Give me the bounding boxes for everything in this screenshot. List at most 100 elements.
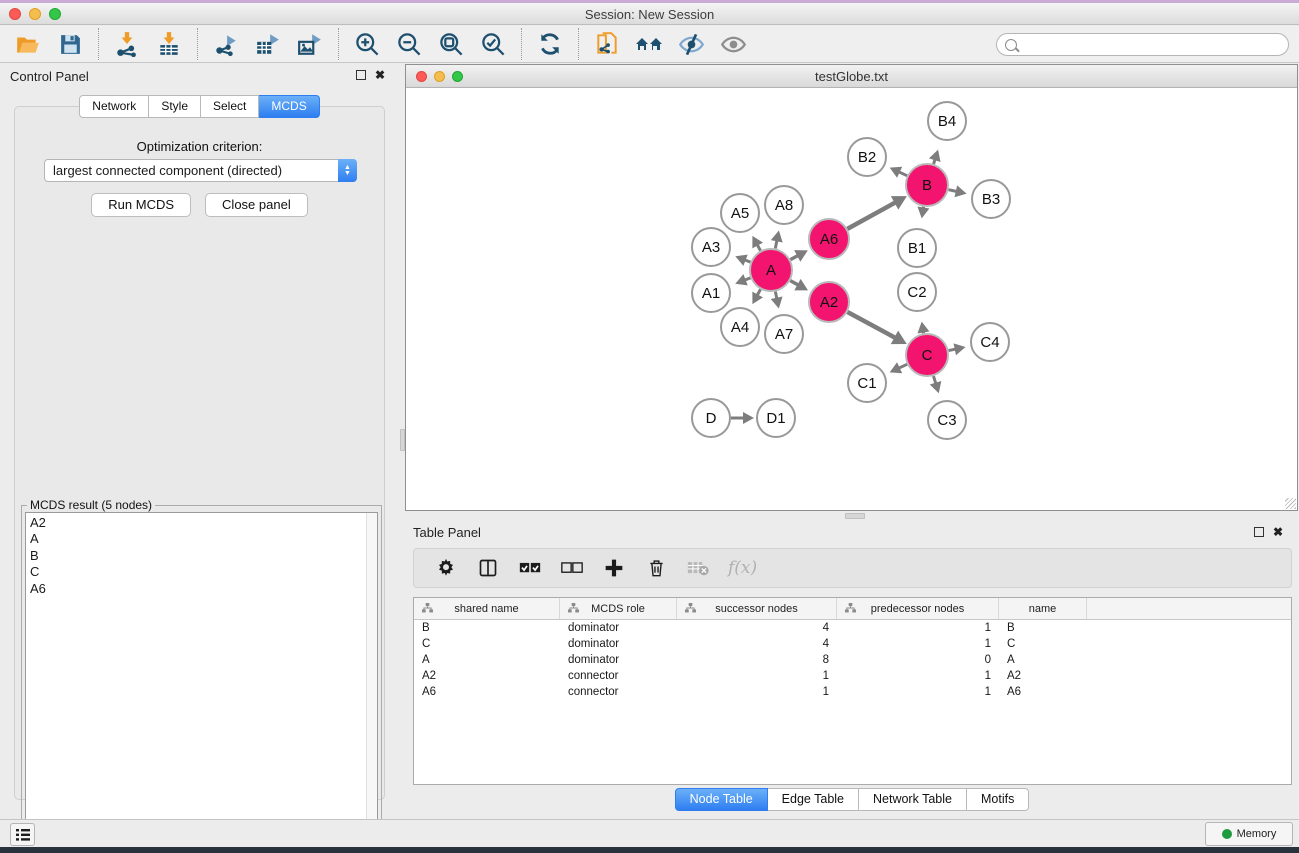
column-icon[interactable]	[476, 556, 500, 580]
table-cell[interactable]: B	[999, 622, 1087, 634]
table-cell[interactable]: 4	[677, 638, 837, 650]
zoom-selected-icon[interactable]	[477, 28, 509, 60]
import-network-icon[interactable]	[111, 28, 143, 60]
show-view-icon[interactable]	[717, 28, 749, 60]
graph-edge[interactable]	[790, 255, 798, 259]
float-panel-icon[interactable]	[356, 70, 366, 80]
network-window-titlebar[interactable]: testGlobe.txt	[406, 65, 1297, 88]
zoom-out-icon[interactable]	[393, 28, 425, 60]
table-cell[interactable]: 8	[677, 654, 837, 666]
column-header-shared-name[interactable]: shared name	[414, 598, 560, 619]
graph-edge[interactable]	[899, 364, 907, 368]
table-cell[interactable]: dominator	[560, 638, 677, 650]
node-table[interactable]: shared nameMCDS rolesuccessor nodesprede…	[413, 597, 1292, 785]
column-header-predecessor-nodes[interactable]: predecessor nodes	[837, 598, 999, 619]
table-row[interactable]: Cdominator41C	[414, 636, 1291, 652]
graph-edge[interactable]	[899, 172, 907, 176]
close-panel-button[interactable]: Close panel	[205, 193, 308, 217]
function-icon[interactable]: f(x)	[728, 558, 757, 578]
criterion-dropdown[interactable]: largest connected component (directed) ▲…	[44, 159, 357, 182]
column-header-successor-nodes[interactable]: successor nodes	[677, 598, 837, 619]
table-cell[interactable]: 1	[837, 622, 999, 634]
network-canvas[interactable]: AA1A2A3A4A5A6A7A8BB1B2B3B4CC1C2C3C4DD1	[406, 89, 1297, 510]
float-panel-icon[interactable]	[1254, 527, 1264, 537]
table-header-row[interactable]: shared nameMCDS rolesuccessor nodesprede…	[414, 598, 1291, 620]
table-cell[interactable]: 1	[677, 686, 837, 698]
result-item[interactable]: A2	[30, 515, 377, 531]
memory-button[interactable]: Memory	[1205, 822, 1293, 846]
result-item[interactable]: A6	[30, 581, 377, 597]
table-cell[interactable]: 1	[837, 686, 999, 698]
hide-view-icon[interactable]	[675, 28, 707, 60]
home-pages-icon[interactable]	[633, 28, 665, 60]
column-header-MCDS-role[interactable]: MCDS role	[560, 598, 677, 619]
graph-edge[interactable]	[949, 349, 956, 350]
table-row[interactable]: A6connector11A6	[414, 684, 1291, 700]
tab-style[interactable]: Style	[149, 95, 201, 118]
search-input[interactable]	[1021, 34, 1288, 55]
graph-edge[interactable]	[847, 202, 895, 228]
table-cell[interactable]: connector	[560, 670, 677, 682]
tab-motifs[interactable]: Motifs	[967, 788, 1029, 811]
refresh-icon[interactable]	[534, 28, 566, 60]
tab-node-table[interactable]: Node Table	[675, 788, 768, 811]
delete-icon[interactable]	[644, 556, 668, 580]
close-panel-icon[interactable]: ✖	[375, 70, 385, 81]
tab-network-table[interactable]: Network Table	[859, 788, 967, 811]
import-table-icon[interactable]	[153, 28, 185, 60]
tab-edge-table[interactable]: Edge Table	[768, 788, 859, 811]
clone-network-icon[interactable]	[591, 28, 623, 60]
table-cell[interactable]: 1	[837, 638, 999, 650]
result-item[interactable]: B	[30, 548, 377, 564]
result-item[interactable]: C	[30, 564, 377, 580]
zoom-fit-icon[interactable]	[435, 28, 467, 60]
search-field[interactable]	[996, 33, 1289, 56]
gear-icon[interactable]	[434, 556, 458, 580]
tab-network[interactable]: Network	[79, 95, 149, 118]
table-row[interactable]: Bdominator41B	[414, 620, 1291, 636]
window-resize-grip[interactable]	[1285, 498, 1296, 509]
delete-table-icon[interactable]	[686, 556, 710, 580]
deselect-all-icon[interactable]	[560, 556, 584, 580]
tab-mcds[interactable]: MCDS	[259, 95, 319, 118]
export-network-icon[interactable]	[210, 28, 242, 60]
export-table-icon[interactable]	[252, 28, 284, 60]
close-panel-icon[interactable]: ✖	[1273, 527, 1283, 538]
table-cell[interactable]: A6	[414, 686, 560, 698]
graph-edge[interactable]	[775, 292, 776, 299]
table-cell[interactable]: 1	[677, 670, 837, 682]
export-image-icon[interactable]	[294, 28, 326, 60]
graph-edge[interactable]	[948, 190, 956, 192]
table-cell[interactable]: 4	[677, 622, 837, 634]
horizontal-splitter[interactable]	[405, 511, 1299, 521]
save-session-icon[interactable]	[54, 28, 86, 60]
table-cell[interactable]: A	[999, 654, 1087, 666]
table-cell[interactable]: dominator	[560, 622, 677, 634]
run-mcds-button[interactable]: Run MCDS	[91, 193, 191, 217]
table-cell[interactable]: C	[414, 638, 560, 650]
add-column-icon[interactable]	[602, 556, 626, 580]
table-cell[interactable]: C	[999, 638, 1087, 650]
table-cell[interactable]: A	[414, 654, 560, 666]
table-cell[interactable]: dominator	[560, 654, 677, 666]
table-cell[interactable]: A2	[414, 670, 560, 682]
table-row[interactable]: Adominator80A	[414, 652, 1291, 668]
zoom-in-icon[interactable]	[351, 28, 383, 60]
table-cell[interactable]: B	[414, 622, 560, 634]
task-history-button[interactable]	[10, 823, 35, 846]
graph-edge[interactable]	[757, 289, 760, 295]
open-file-icon[interactable]	[12, 28, 44, 60]
mcds-result-list[interactable]: A2ABCA6	[25, 512, 378, 842]
graph-edge[interactable]	[790, 281, 798, 285]
table-row[interactable]: A2connector11A2	[414, 668, 1291, 684]
table-cell[interactable]: A6	[999, 686, 1087, 698]
select-all-icon[interactable]	[518, 556, 542, 580]
table-cell[interactable]: connector	[560, 686, 677, 698]
graph-edge[interactable]	[757, 245, 760, 251]
graph-edge[interactable]	[775, 240, 777, 248]
table-cell[interactable]: A2	[999, 670, 1087, 682]
table-cell[interactable]: 0	[837, 654, 999, 666]
tab-select[interactable]: Select	[201, 95, 259, 118]
result-item[interactable]: A	[30, 531, 377, 547]
result-list-scrollbar[interactable]	[366, 513, 377, 841]
